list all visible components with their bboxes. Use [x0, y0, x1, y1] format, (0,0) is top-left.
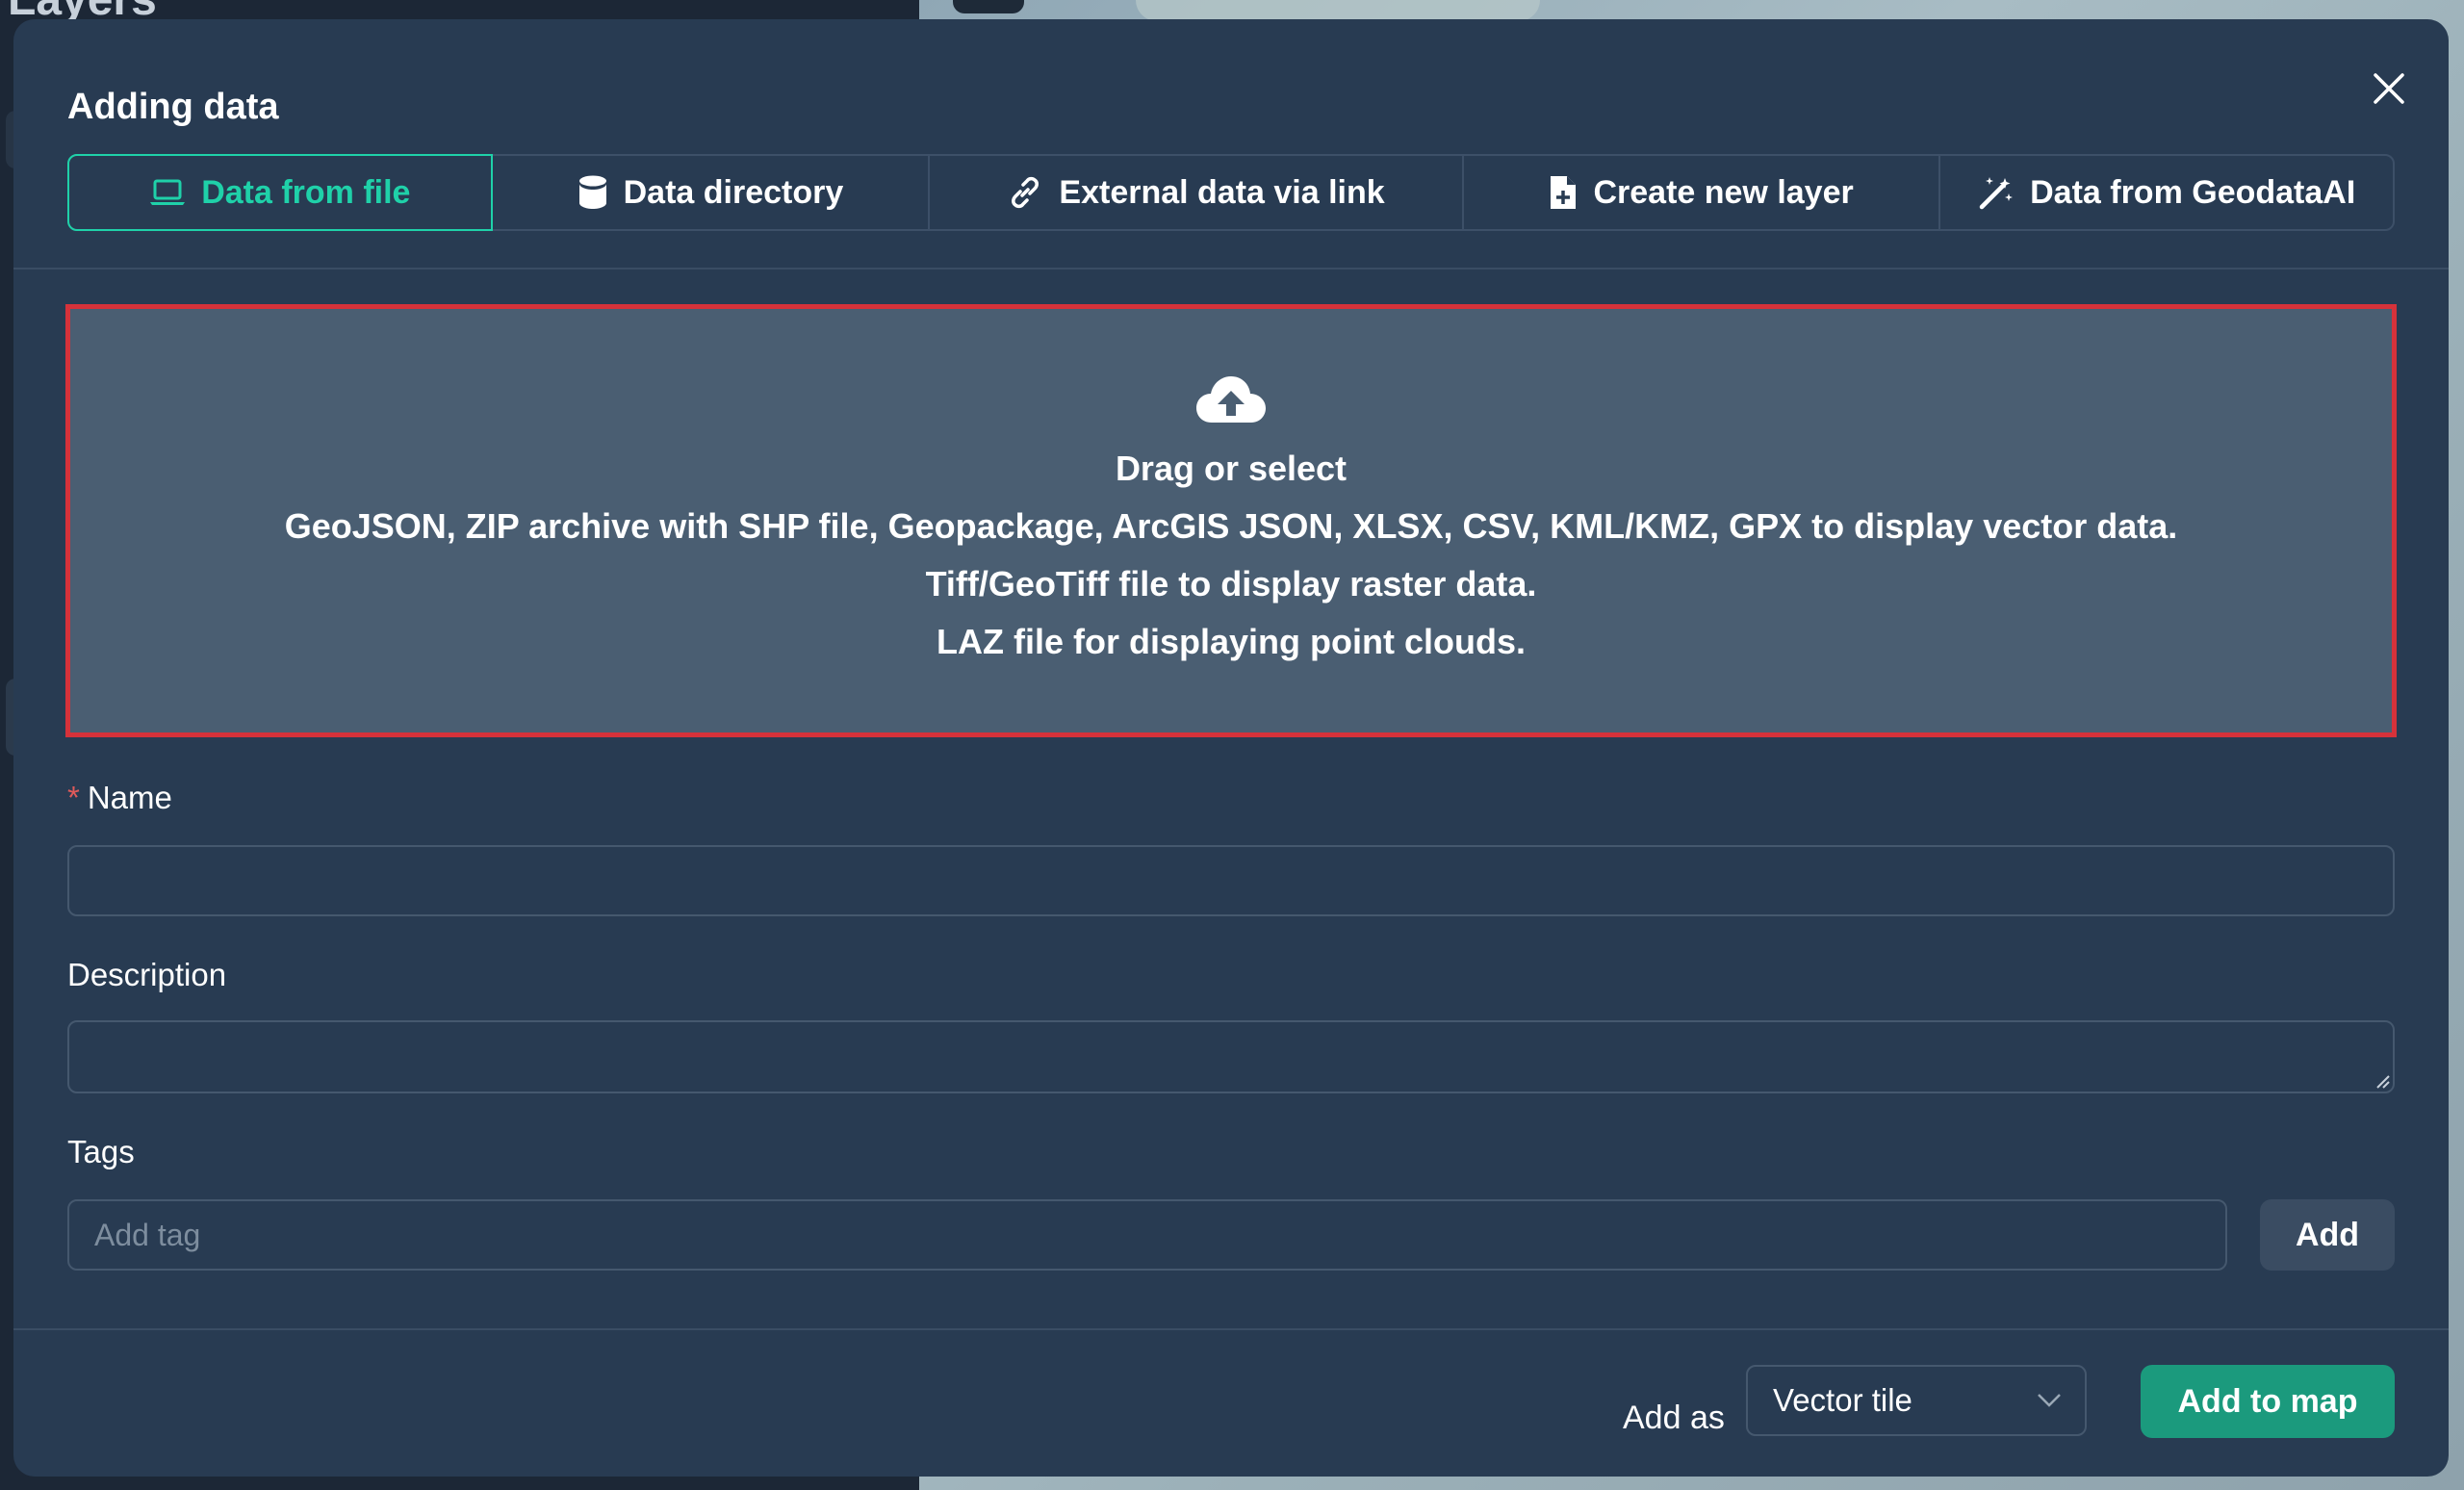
tab-label: Data from file — [201, 173, 411, 211]
name-label: * Name — [67, 780, 172, 815]
tab-external-data-via-link[interactable]: External data via link — [930, 156, 1464, 229]
map-terrain-patch — [1136, 0, 1540, 21]
data-source-tabs: Data from file Data directory External d… — [67, 154, 2395, 231]
chevron-down-icon — [2038, 1394, 2061, 1407]
add-as-select[interactable]: Vector tile — [1746, 1365, 2087, 1436]
tag-input[interactable] — [67, 1199, 2227, 1271]
adding-data-modal: Adding data Data from file Data director… — [13, 19, 2449, 1477]
close-icon — [2374, 73, 2404, 104]
file-drop-zone[interactable]: Drag or select GeoJSON, ZIP archive with… — [65, 304, 2397, 737]
dropzone-heading: Drag or select — [1115, 449, 1348, 488]
tab-create-new-layer[interactable]: Create new layer — [1464, 156, 1941, 229]
name-input[interactable] — [67, 845, 2395, 916]
close-button[interactable] — [2362, 62, 2416, 116]
dropzone-raster-formats: Tiff/GeoTiff file to display raster data… — [925, 564, 1537, 604]
tab-label: Create new layer — [1593, 173, 1854, 211]
add-to-map-button[interactable]: Add to map — [2141, 1365, 2395, 1438]
description-field — [67, 1020, 2395, 1093]
tab-data-from-file[interactable]: Data from file — [67, 154, 493, 231]
tab-label: Data from GeodataAI — [2030, 173, 2356, 211]
file-plus-icon — [1551, 176, 1577, 209]
modal-title: Adding data — [67, 87, 279, 127]
tab-data-directory[interactable]: Data directory — [493, 156, 931, 229]
tab-label: External data via link — [1059, 173, 1385, 211]
add-as-selected-value: Vector tile — [1773, 1382, 1912, 1418]
tab-data-from-geodataai[interactable]: Data from GeodataAI — [1940, 156, 2393, 229]
laptop-icon — [150, 179, 186, 205]
add-tag-button[interactable]: Add — [2260, 1199, 2395, 1271]
tags-label: Tags — [67, 1134, 135, 1169]
add-as-label: Add as — [1623, 1400, 1725, 1436]
footer-divider — [13, 1328, 2449, 1330]
required-marker: * — [67, 780, 80, 815]
database-icon — [578, 175, 606, 209]
resize-handle-icon[interactable] — [2374, 1072, 2391, 1090]
link-icon — [1012, 176, 1040, 209]
description-label: Description — [67, 957, 227, 992]
cloud-upload-icon — [1196, 376, 1266, 423]
magic-wand-icon — [1979, 177, 2014, 210]
dropzone-vector-formats: GeoJSON, ZIP archive with SHP file, Geop… — [284, 506, 2178, 546]
header-divider — [13, 268, 2449, 270]
dropzone-pointcloud-formats: LAZ file for displaying point clouds. — [937, 622, 1526, 661]
map-control-pill — [953, 0, 1024, 13]
tab-label: Data directory — [623, 173, 844, 211]
description-textarea[interactable] — [67, 1020, 2395, 1093]
